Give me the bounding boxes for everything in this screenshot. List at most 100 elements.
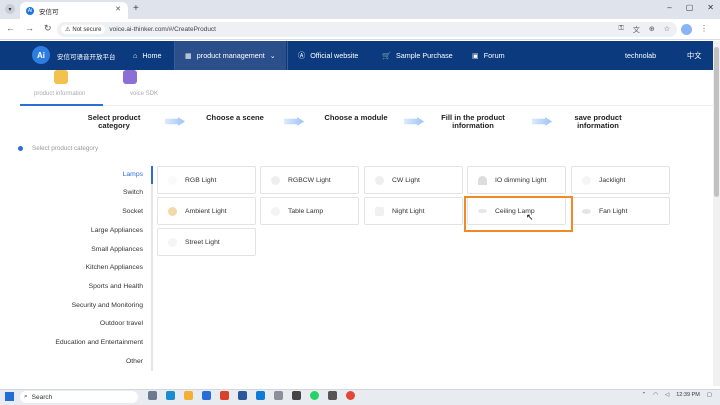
category-lamps[interactable]: Lamps bbox=[40, 171, 143, 178]
nav-official-website-label: Official website bbox=[310, 51, 359, 60]
category-sports-health[interactable]: Sports and Health bbox=[40, 283, 143, 290]
translate-icon[interactable]: 文 bbox=[633, 25, 640, 35]
nav-forum-label: Forum bbox=[483, 51, 505, 60]
category-security-monitoring[interactable]: Security and Monitoring bbox=[40, 302, 143, 309]
bookmark-star-icon[interactable]: ☆ bbox=[664, 25, 670, 35]
active-category-indicator bbox=[151, 166, 153, 184]
category-kitchen-appliances[interactable]: Kitchen Appliances bbox=[40, 264, 143, 271]
taskbar-search[interactable]: ⌕ Search bbox=[20, 391, 138, 403]
table-lamp-icon bbox=[271, 206, 280, 216]
ambient-light-icon bbox=[168, 206, 177, 216]
security-label: Not secure bbox=[72, 26, 102, 33]
category-switch[interactable]: Switch bbox=[40, 189, 143, 196]
tab-voice-sdk[interactable]: voice SDK bbox=[130, 91, 158, 97]
section-dot-icon bbox=[18, 146, 23, 151]
profile-avatar[interactable] bbox=[681, 24, 692, 35]
product-card-label: Street Light bbox=[185, 238, 220, 246]
volume-icon[interactable]: ◁ bbox=[665, 392, 669, 398]
word-icon[interactable] bbox=[238, 391, 247, 400]
category-large-appliances[interactable]: Large Appliances bbox=[40, 227, 143, 234]
maximize-button[interactable]: ▢ bbox=[686, 3, 694, 12]
browser-tab[interactable]: Ai 安信可 ✕ bbox=[20, 2, 128, 19]
window-controls: – ▢ ✕ bbox=[667, 3, 714, 12]
tab-title: 安信可 bbox=[39, 8, 59, 16]
nav-home[interactable]: ⌂ Home bbox=[123, 41, 172, 70]
site-logo[interactable]: Ai bbox=[32, 46, 50, 64]
nav-sample-purchase-label: Sample Purchase bbox=[395, 51, 453, 60]
product-card-rgbcw-light[interactable]: RGBCW Light bbox=[260, 166, 359, 194]
category-other[interactable]: Other bbox=[40, 358, 143, 365]
office-icon[interactable] bbox=[220, 391, 229, 400]
zoom-icon[interactable]: ⊕ bbox=[649, 25, 655, 35]
system-tray: ⌃ ◠ ◁ 12:39 PM ▢ bbox=[642, 392, 712, 398]
forum-icon: ▣ bbox=[472, 51, 479, 60]
warning-icon: ⚠ bbox=[65, 27, 71, 33]
category-education-entertainment[interactable]: Education and Entertainment bbox=[40, 339, 143, 346]
task-view-icon[interactable] bbox=[148, 391, 157, 400]
back-icon[interactable]: ← bbox=[6, 23, 15, 34]
product-card-label: Night Light bbox=[392, 207, 425, 215]
product-card-label: IO dimming Light bbox=[495, 176, 547, 184]
address-bar[interactable]: ⚠ Not secure voice.ai-thinker.com/#/Crea… bbox=[57, 22, 677, 37]
terminal-icon[interactable] bbox=[292, 391, 301, 400]
product-card-label: Table Lamp bbox=[288, 207, 324, 215]
close-tab-icon[interactable]: ✕ bbox=[115, 5, 121, 13]
nav-official-website[interactable]: Ⓐ Official website bbox=[288, 41, 368, 70]
tab-product-information[interactable]: product information bbox=[34, 91, 85, 97]
wifi-icon[interactable]: ◠ bbox=[653, 392, 658, 398]
security-indicator[interactable]: ⚠ Not secure bbox=[61, 25, 106, 34]
step-arrow-icon bbox=[284, 117, 304, 126]
product-card-street-light[interactable]: Street Light bbox=[157, 228, 256, 256]
street-light-icon bbox=[168, 237, 177, 247]
product-card-night-light[interactable]: Night Light bbox=[364, 197, 463, 225]
settings-icon[interactable] bbox=[274, 391, 283, 400]
reload-icon[interactable]: ↻ bbox=[44, 23, 52, 34]
windows-start-icon[interactable] bbox=[5, 392, 14, 401]
vscode-icon[interactable] bbox=[256, 391, 265, 400]
nav-forum[interactable]: ▣ Forum bbox=[462, 41, 515, 70]
nav-sample-purchase[interactable]: 🛒 Sample Purchase bbox=[372, 41, 463, 70]
product-card-jacklight[interactable]: Jacklight bbox=[571, 166, 670, 194]
product-card-rgb-light[interactable]: RGB Light bbox=[157, 166, 256, 194]
nav-home-label: Home bbox=[142, 51, 162, 60]
edge-icon[interactable] bbox=[166, 391, 175, 400]
chrome-icon[interactable] bbox=[346, 391, 355, 400]
whatsapp-icon[interactable] bbox=[310, 391, 319, 400]
nav-product-management[interactable]: ▦ product management ⌄ bbox=[175, 41, 286, 70]
new-tab-button[interactable]: + bbox=[133, 3, 139, 14]
category-small-appliances[interactable]: Small Appliances bbox=[40, 246, 143, 253]
step-fill-information: Fill in the product information bbox=[441, 113, 505, 130]
password-key-icon[interactable]: ⚿ bbox=[619, 25, 624, 35]
language-switch[interactable]: 中文 bbox=[677, 41, 711, 70]
product-card-table-lamp[interactable]: Table Lamp bbox=[260, 197, 359, 225]
tray-overflow-icon[interactable]: ⌃ bbox=[642, 392, 647, 398]
night-light-icon bbox=[375, 206, 384, 216]
product-card-label: CW Light bbox=[392, 176, 420, 184]
category-socket[interactable]: Socket bbox=[40, 208, 143, 215]
close-window-button[interactable]: ✕ bbox=[707, 3, 714, 12]
product-card-label: RGB Light bbox=[185, 176, 217, 184]
tab-search-icon[interactable]: ▾ bbox=[5, 4, 15, 14]
user-menu[interactable]: technolab bbox=[615, 41, 666, 70]
product-card-io-dimming-light[interactable]: IO dimming Light bbox=[467, 166, 566, 194]
browser-menu-icon[interactable]: ⋮ bbox=[700, 24, 708, 33]
address-bar-actions: ⚿ 文 ⊕ ☆ bbox=[619, 25, 670, 35]
chevron-down-icon: ⌄ bbox=[269, 51, 276, 60]
scrollbar-thumb[interactable] bbox=[714, 47, 719, 197]
product-card-ambient-light[interactable]: Ambient Light bbox=[157, 197, 256, 225]
product-information-icon bbox=[54, 70, 68, 84]
notification-icon[interactable]: ▢ bbox=[707, 392, 712, 398]
nav-buttons: ← → ↻ bbox=[6, 23, 52, 34]
media-icon[interactable] bbox=[328, 391, 337, 400]
site-favicon-icon: Ai bbox=[26, 6, 34, 15]
url-text[interactable]: voice.ai-thinker.com/#/CreateProduct bbox=[109, 26, 216, 33]
store-icon[interactable] bbox=[202, 391, 211, 400]
file-explorer-icon[interactable] bbox=[184, 391, 193, 400]
clock-time[interactable]: 12:39 PM bbox=[676, 392, 700, 398]
product-card-fan-light[interactable]: Fan Light bbox=[571, 197, 670, 225]
category-outdoor-travel[interactable]: Outdoor travel bbox=[40, 320, 143, 327]
minimize-button[interactable]: – bbox=[667, 3, 671, 12]
product-card-cw-light[interactable]: CW Light bbox=[364, 166, 463, 194]
selection-highlight bbox=[464, 196, 573, 232]
forward-icon[interactable]: → bbox=[25, 23, 34, 34]
